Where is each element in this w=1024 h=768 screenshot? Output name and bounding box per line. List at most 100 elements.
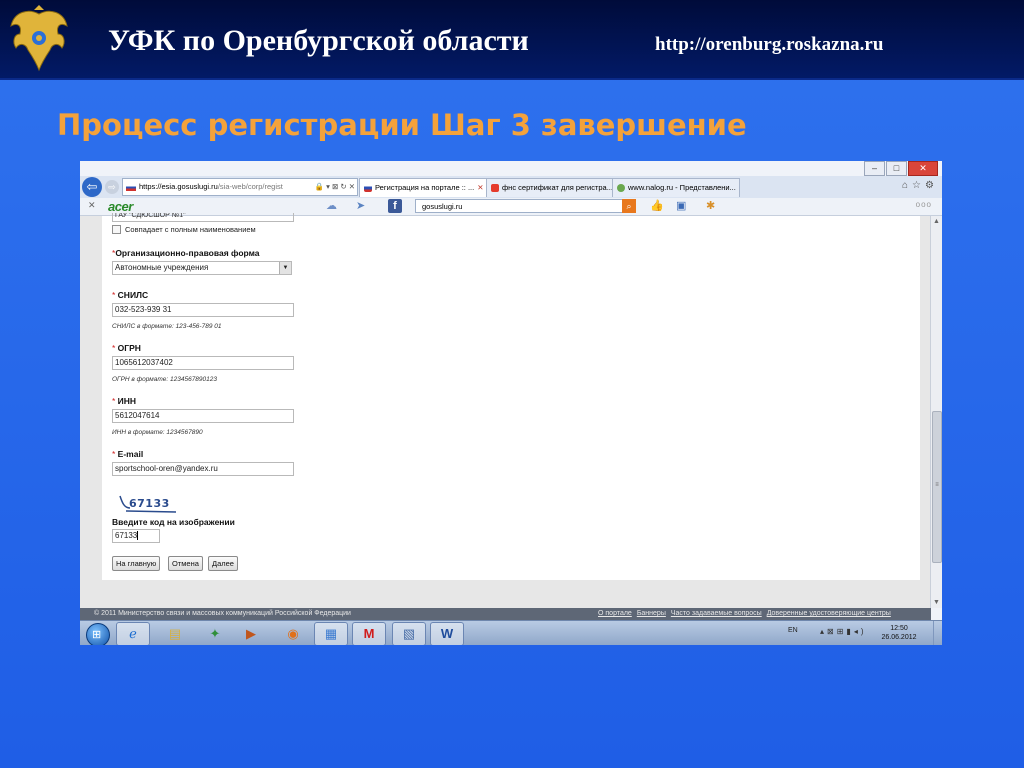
scrollbar-thumb[interactable]: ≡ xyxy=(932,411,942,563)
address-bar[interactable]: https://esia.gosuslugi.ru/sia-web/corp/r… xyxy=(122,178,358,196)
slide: УФК по Оренбургской области http://orenb… xyxy=(0,0,1024,768)
more-icon[interactable]: ooo xyxy=(916,200,932,209)
yandex-icon xyxy=(491,184,499,193)
ogrn-label: * ОГРН xyxy=(112,343,141,353)
m-app-icon[interactable]: M xyxy=(352,622,386,645)
satellite-icon[interactable]: ✱ xyxy=(706,199,715,213)
email-label-text: E-mail xyxy=(117,449,144,459)
internet-explorer-icon[interactable]: ℯ xyxy=(116,622,150,645)
email-label: * E-mail xyxy=(112,449,143,459)
nalog-icon xyxy=(617,184,625,193)
remote-desktop-icon[interactable]: ▦ xyxy=(314,622,348,645)
acer-logo: acer xyxy=(108,199,133,214)
grip-icon: ≡ xyxy=(935,482,939,488)
legal-form-value: Автономные учреждения xyxy=(115,263,209,272)
same-name-checkbox-label: Совпадает с полным наименованием xyxy=(125,225,256,234)
page-footer: © 2011 Министерство связи и массовых ком… xyxy=(80,608,931,620)
taskbar-clock[interactable]: 12:50 26.06.2012 xyxy=(874,624,924,642)
scroll-down-icon[interactable]: ▼ xyxy=(931,597,942,608)
tab-label: Регистрация на портале :: ... xyxy=(375,183,475,192)
footer-link-faq[interactable]: Часто задаваемые вопросы xyxy=(671,610,762,617)
address-path: /sia-web/corp/regist xyxy=(217,182,283,191)
language-indicator[interactable]: EN xyxy=(788,627,798,634)
same-name-checkbox-row[interactable]: Совпадает с полным наименованием xyxy=(112,225,256,234)
organization-url[interactable]: http://orenburg.roskazna.ru xyxy=(655,34,883,56)
footer-link-trusted-centers[interactable]: Доверенные удостоверяющие центры xyxy=(767,610,891,617)
like-icon[interactable]: 👍 xyxy=(650,199,664,213)
inn-label-text: ИНН xyxy=(117,396,137,406)
address-controls-icon[interactable]: 🔒 ▾ ⊠ ↻ ✕ xyxy=(315,179,355,195)
show-desktop-button[interactable] xyxy=(933,621,942,645)
send-icon[interactable]: ➤ xyxy=(356,199,365,213)
captcha-text: 67133 xyxy=(129,497,170,510)
chevron-down-icon[interactable]: ▼ xyxy=(279,262,291,274)
ogrn-hint: ОГРН в формате: 1234567890123 xyxy=(112,376,217,383)
scroll-up-icon[interactable]: ▲ xyxy=(931,216,942,227)
footer-link-about[interactable]: О портале xyxy=(598,610,632,617)
browser-screenshot: – □ ✕ ⇦ ⇨ https://esia.gosuslugi.ru/sia-… xyxy=(80,161,942,645)
captcha-input[interactable]: 67133 xyxy=(112,529,160,543)
address-scheme: https:// xyxy=(139,182,162,191)
captcha-image: 67133 xyxy=(116,494,184,514)
back-arrow-icon[interactable]: ⇦ xyxy=(82,177,102,197)
legal-form-label-text: Организационно-правовая форма xyxy=(115,248,260,258)
footer-copyright: © 2011 Министерство связи и массовых ком… xyxy=(94,610,351,617)
tab-flag-icon xyxy=(364,184,372,193)
firefox-icon[interactable]: ◉ xyxy=(276,622,310,645)
window-controls: – □ ✕ xyxy=(864,161,938,176)
header-bar: УФК по Оренбургской области http://orenb… xyxy=(0,0,1024,80)
navigation-bar: ⇦ ⇨ https://esia.gosuslugi.ru/sia-web/co… xyxy=(80,176,942,199)
close-window-button[interactable]: ✕ xyxy=(908,161,938,176)
double-headed-eagle-emblem-icon xyxy=(10,5,68,72)
media-icon[interactable]: ✦ xyxy=(198,622,232,645)
footer-links: О портале Баннеры Часто задаваемые вопросы… xyxy=(598,608,896,620)
legal-form-label: *Организационно-правовая форма xyxy=(112,248,260,258)
maximize-button[interactable]: □ xyxy=(886,161,907,176)
captcha-input-value: 67133 xyxy=(115,531,138,540)
search-icon[interactable]: ⌕ xyxy=(622,199,636,213)
toolbar-search-input[interactable]: gosuslugi.ru xyxy=(415,199,635,213)
tab-nalog[interactable]: www.nalog.ru - Представлени... xyxy=(612,178,740,197)
clock-time: 12:50 xyxy=(890,625,908,632)
camera-icon[interactable]: ▣ xyxy=(676,199,686,213)
tab-registration[interactable]: Регистрация на портале :: ... ✕ xyxy=(359,178,487,197)
inn-field[interactable]: 5612047614 xyxy=(112,409,294,423)
legal-form-select[interactable]: Автономные учреждения ▼ xyxy=(112,261,292,275)
next-button[interactable]: Далее xyxy=(208,556,238,571)
home-button[interactable]: На главную xyxy=(112,556,161,571)
organization-name-field[interactable]: ГАУ "СДЮСШОР №1" xyxy=(112,213,294,222)
tab-label: www.nalog.ru - Представлени... xyxy=(628,183,736,192)
email-field[interactable]: sportschool-oren@yandex.ru xyxy=(112,462,294,476)
browser-menu-icons[interactable]: ⌂☆⚙ xyxy=(902,180,938,191)
minimize-button[interactable]: – xyxy=(864,161,885,176)
footer-link-banners[interactable]: Баннеры xyxy=(637,610,666,617)
forward-arrow-icon[interactable]: ⇨ xyxy=(105,180,119,194)
word-icon[interactable]: W xyxy=(430,622,464,645)
cancel-button[interactable]: Отмена xyxy=(168,556,203,571)
inn-label: * ИНН xyxy=(112,396,136,406)
player-icon[interactable]: ▶ xyxy=(234,622,268,645)
tab-fns-certificate[interactable]: фнс сертификат для регистра... xyxy=(486,178,614,197)
registration-form: ГАУ "СДЮСШОР №1" Совпадает с полным наим… xyxy=(102,213,920,580)
facebook-icon[interactable]: f xyxy=(388,199,402,213)
tray-icons[interactable]: ▴⊠⊞▮◂) xyxy=(820,627,867,636)
clock-date: 26.06.2012 xyxy=(881,634,917,641)
snils-label-text: СНИЛС xyxy=(117,290,149,300)
tab-close-icon[interactable]: ✕ xyxy=(477,183,483,192)
same-name-checkbox[interactable] xyxy=(112,225,121,234)
windows-logo-icon: ⊞ xyxy=(92,629,102,641)
site-flag-icon xyxy=(126,183,136,191)
windows-taskbar: ⊞ ℯ ▤ ✦ ▶ ◉ ▦ M ▧ W EN ▴⊠⊞▮◂) 12:50 26.0… xyxy=(80,620,942,645)
toolbar-close-icon[interactable]: ✕ xyxy=(88,200,96,211)
inn-hint: ИНН в формате: 1234567890 xyxy=(112,429,203,436)
folder-icon[interactable]: ▤ xyxy=(158,622,192,645)
organization-title: УФК по Оренбургской области xyxy=(108,24,529,57)
captcha-label: Введите код на изображении xyxy=(112,517,235,527)
paint-icon[interactable]: ▧ xyxy=(392,622,426,645)
address-host: esia.gosuslugi.ru xyxy=(161,182,218,191)
ogrn-field[interactable]: 1065612037402 xyxy=(112,356,294,370)
snils-field[interactable]: 032-523-939 31 xyxy=(112,303,294,317)
start-button[interactable]: ⊞ xyxy=(86,623,110,645)
vertical-scrollbar[interactable]: ▲ ≡ ▼ xyxy=(930,216,942,608)
weather-icon[interactable]: ☁ xyxy=(326,199,337,213)
